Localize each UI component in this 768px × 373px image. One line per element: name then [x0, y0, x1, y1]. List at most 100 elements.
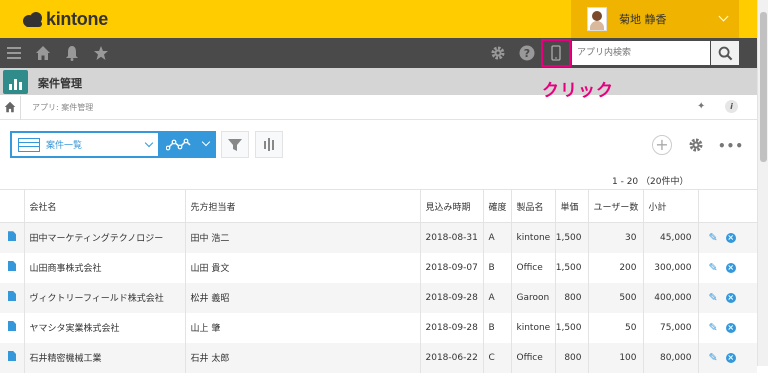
- table-row[interactable]: ヤマシタ実業株式会社 山上 肇 2018-09-28 Bkintone 1,500 50 7…: [0, 312, 757, 343]
- row-actions: ✎ ×: [697, 342, 757, 373]
- table-cell: A: [482, 282, 511, 313]
- table-cell: C: [482, 342, 511, 373]
- app-chart-icon: [3, 70, 28, 94]
- info-icon[interactable]: i: [725, 100, 738, 113]
- table-header-cell[interactable]: 確度: [482, 189, 511, 223]
- delete-icon[interactable]: ×: [725, 352, 736, 363]
- user-menu[interactable]: 菊地 静香: [571, 0, 739, 38]
- view-select[interactable]: 案件一覧: [10, 131, 160, 158]
- record-detail-cell[interactable]: [0, 342, 24, 373]
- breadcrumb-app-link[interactable]: アプリ: 案件管理: [32, 102, 93, 113]
- document-icon[interactable]: [8, 261, 16, 271]
- edit-icon[interactable]: ✎: [709, 231, 718, 244]
- table-cell: 田中 浩二: [184, 222, 420, 253]
- avatar: [587, 7, 607, 31]
- star-icon[interactable]: [92, 44, 110, 62]
- table-header-cell[interactable]: 製品名: [510, 189, 555, 223]
- table-cell: 50: [587, 312, 643, 343]
- record-detail-cell[interactable]: [0, 282, 24, 313]
- document-icon[interactable]: [8, 351, 16, 361]
- delete-icon[interactable]: ×: [725, 322, 736, 333]
- smartphone-icon: [551, 45, 561, 61]
- logo-text: kintone: [46, 9, 108, 29]
- edit-icon[interactable]: ✎: [709, 321, 718, 334]
- table-header-cell: [697, 189, 757, 223]
- row-actions: ✎ ×: [697, 282, 757, 313]
- table-cell: 山田商事株式会社: [23, 252, 185, 283]
- table-cell: 1,500: [554, 222, 588, 253]
- row-actions: ✎ ×: [697, 252, 757, 283]
- app-title-bar: 案件管理: [0, 68, 757, 95]
- table-cell: Garoon: [510, 282, 555, 313]
- record-detail-cell[interactable]: [0, 313, 24, 343]
- table-cell: 松井 義昭: [184, 282, 420, 313]
- table-row[interactable]: 山田商事株式会社 山田 貴文 2018-09-07 B Office 1,500 200 30…: [0, 252, 757, 283]
- table-cell: kintone: [510, 222, 555, 253]
- home-icon[interactable]: [34, 44, 52, 62]
- scrollbar[interactable]: [757, 0, 768, 366]
- mobile-view-button[interactable]: [541, 39, 571, 67]
- filter-button[interactable]: [221, 131, 249, 158]
- document-icon[interactable]: [8, 321, 16, 331]
- record-detail-cell[interactable]: [0, 253, 24, 283]
- edit-icon[interactable]: ✎: [709, 261, 718, 274]
- table-header-cell[interactable]: ユーザー数: [587, 189, 643, 223]
- graph-button[interactable]: [255, 131, 283, 158]
- table-cell: B: [482, 252, 511, 283]
- add-record-button[interactable]: +: [652, 135, 672, 155]
- table-cell: 山上 肇: [184, 312, 420, 343]
- table-header-cell[interactable]: 先方担当者: [184, 189, 420, 223]
- gear-icon: [689, 138, 703, 152]
- document-icon[interactable]: [8, 291, 16, 301]
- cloud-logo-icon: [23, 11, 42, 27]
- breadcrumb-divider: [20, 96, 21, 120]
- edit-icon[interactable]: ✎: [709, 351, 718, 364]
- pin-icon[interactable]: ✦: [697, 101, 705, 112]
- help-icon[interactable]: ?: [518, 44, 536, 62]
- gear-icon[interactable]: [489, 44, 507, 62]
- table-row[interactable]: ヴィクトリーフィールド株式会社 松井 義昭 2018-09-28 A Garoon 800…: [0, 282, 757, 313]
- delete-icon[interactable]: ×: [725, 232, 736, 243]
- table-header-cell[interactable]: 単価: [554, 189, 588, 223]
- table-cell: 1,500: [554, 312, 588, 343]
- table-header-row: 会社名 先方担当者 見込み時期 確度 製品名 単価 ユーザー数 小計: [0, 189, 757, 223]
- delete-icon[interactable]: ×: [725, 262, 736, 273]
- table-cell: 300,000: [642, 252, 698, 283]
- row-actions: ✎ ×: [697, 222, 757, 253]
- edit-icon[interactable]: ✎: [709, 291, 718, 304]
- table-row[interactable]: 田中マーケティングテクノロジー 田中 浩二 2018-08-31 Akintone 1,…: [0, 222, 757, 253]
- table-header-cell[interactable]: 見込み時期: [419, 189, 483, 223]
- table-cell: 30: [587, 222, 643, 253]
- table-row[interactable]: 石井精密機械工業 石井 太郎 2018-06-22 C Office 800 100 80,0…: [0, 342, 757, 373]
- table-cell: Office: [510, 342, 555, 373]
- table-cell: 1,500: [554, 252, 588, 283]
- table-cell: ヴィクトリーフィールド株式会社: [23, 282, 185, 313]
- table-cell: 200: [587, 252, 643, 283]
- table-header-cell: [0, 189, 24, 223]
- line-graph-icon: [166, 138, 191, 150]
- delete-icon[interactable]: ×: [725, 292, 736, 303]
- scrollbar-thumb[interactable]: [760, 12, 767, 162]
- kintone-logo[interactable]: kintone: [22, 9, 108, 30]
- table-header-cell[interactable]: 会社名: [23, 189, 185, 223]
- menu-icon[interactable]: [5, 44, 23, 62]
- table-cell: 2018-06-22: [419, 342, 483, 373]
- table-cell: 2018-09-28: [419, 282, 483, 313]
- chevron-down-icon: [144, 138, 154, 148]
- chevron-down-icon: [718, 11, 729, 22]
- app-settings-button[interactable]: [686, 135, 706, 155]
- document-icon[interactable]: [8, 231, 16, 242]
- app-search-input[interactable]: [572, 41, 710, 65]
- table-cell: 2018-08-31: [419, 222, 483, 253]
- record-detail-cell[interactable]: [0, 222, 24, 253]
- more-options-button[interactable]: •••: [718, 139, 744, 153]
- bell-icon[interactable]: [63, 44, 81, 62]
- table-cell: ヤマシタ実業株式会社: [23, 312, 185, 343]
- search-button[interactable]: [711, 41, 739, 65]
- home-icon[interactable]: [4, 101, 16, 113]
- filter-icon: [228, 138, 242, 151]
- table-cell: 800: [554, 342, 588, 373]
- graph-select-button[interactable]: [160, 131, 216, 158]
- table-header-cell[interactable]: 小計: [642, 189, 698, 223]
- table-view-icon: [18, 137, 40, 152]
